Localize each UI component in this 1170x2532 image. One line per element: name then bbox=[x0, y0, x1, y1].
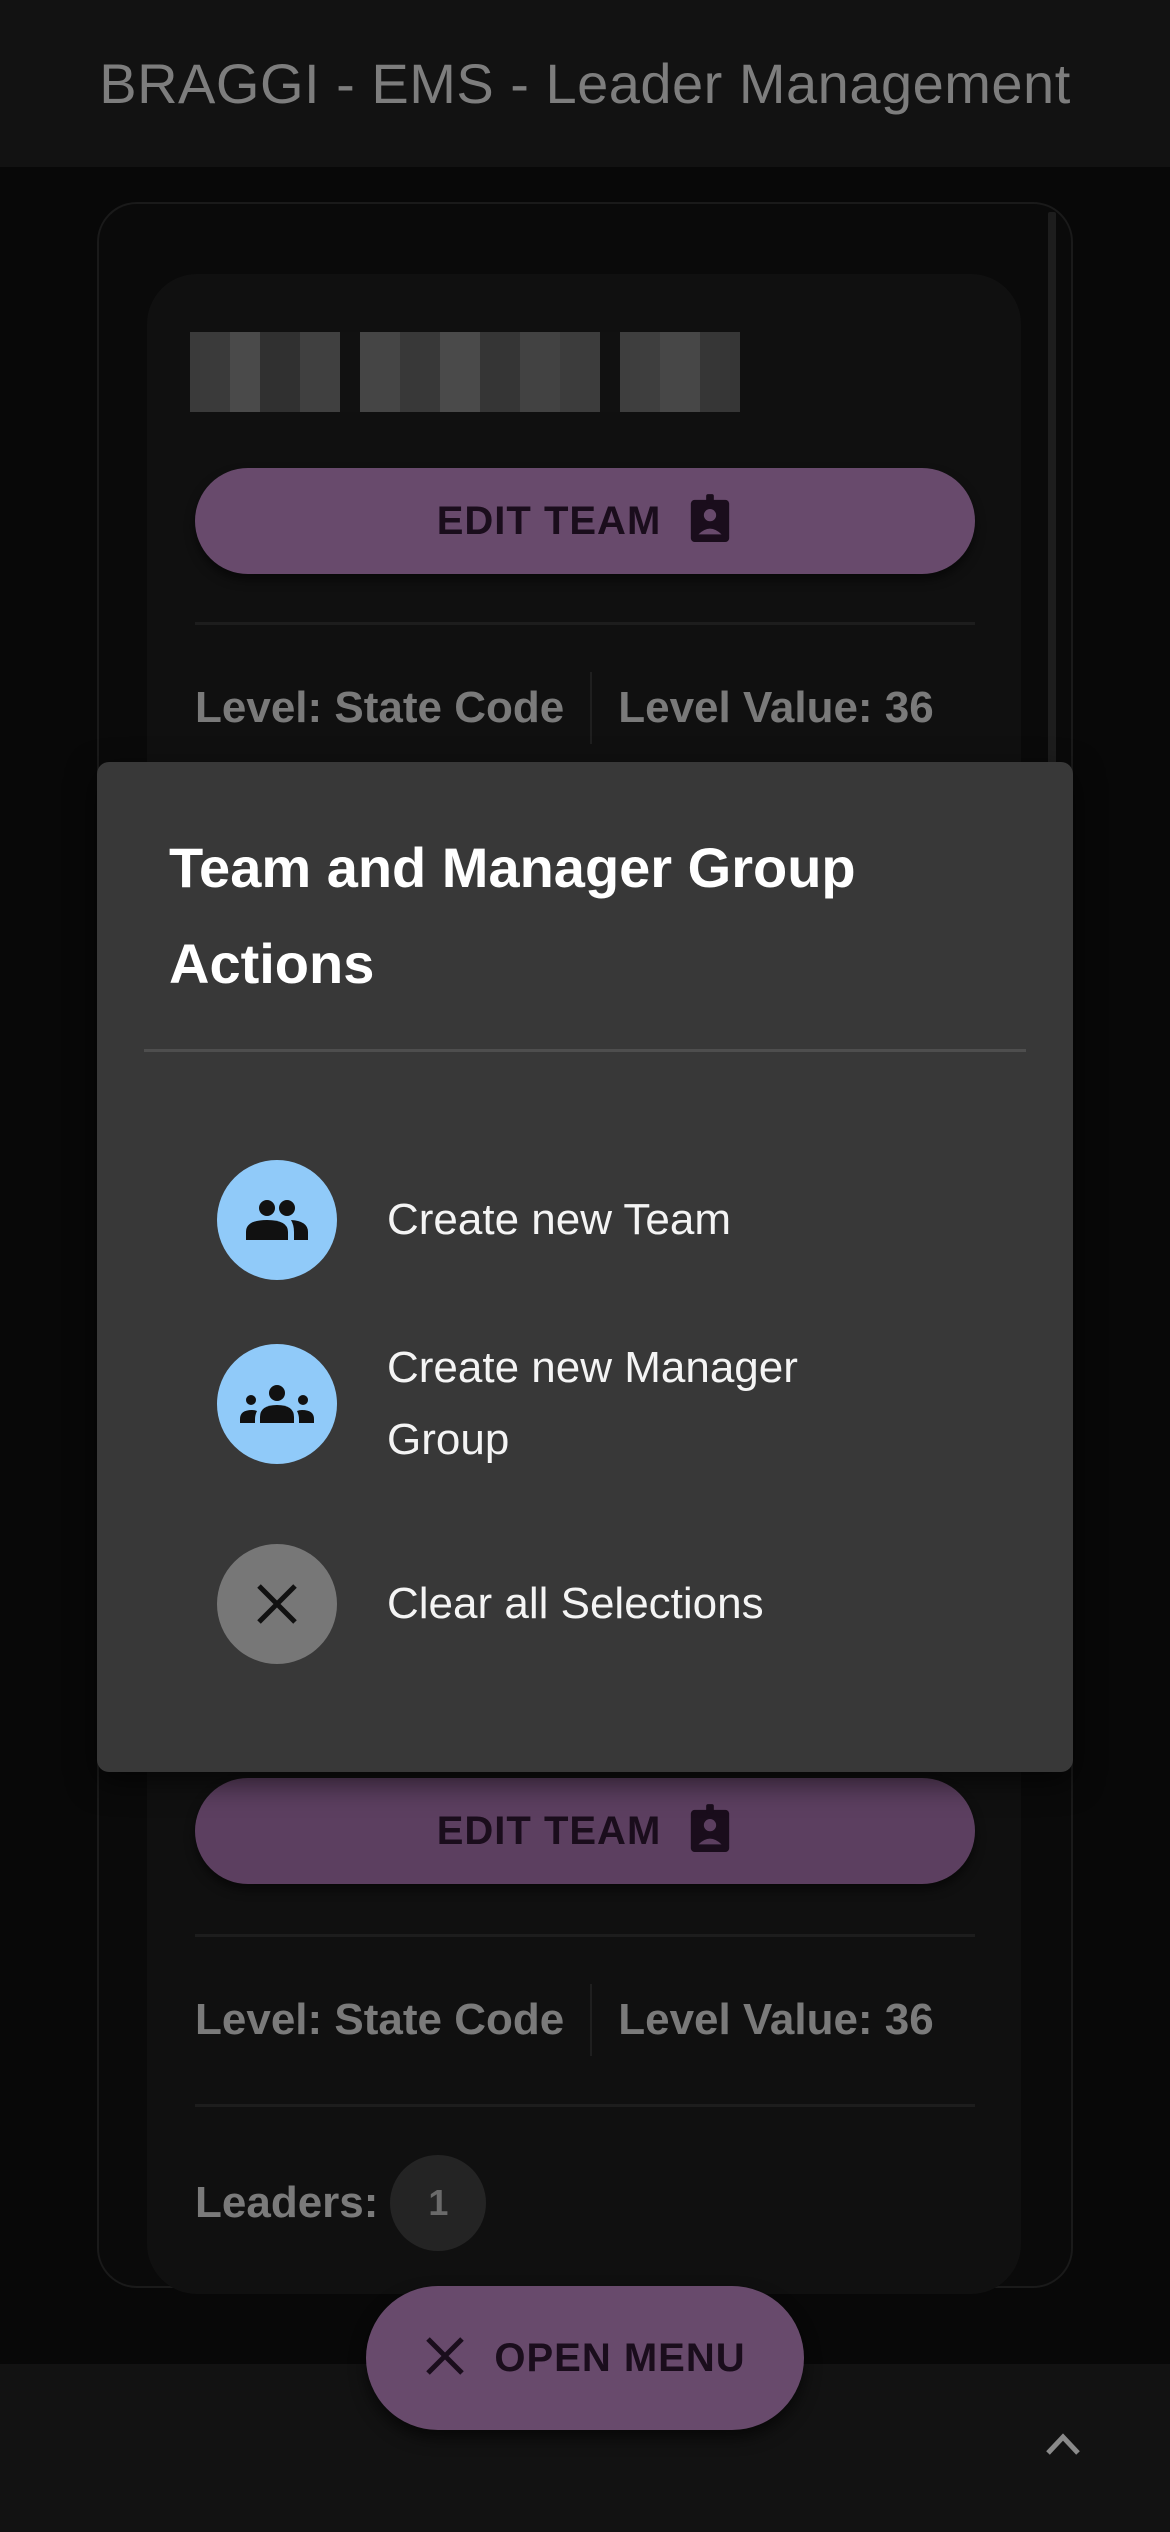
actions-dialog: Team and Manager Group Actions Create ne… bbox=[97, 762, 1073, 1772]
scroll-to-top-button[interactable] bbox=[1038, 2426, 1088, 2466]
vertical-divider bbox=[590, 672, 593, 744]
divider bbox=[195, 1934, 975, 1937]
close-icon bbox=[217, 1544, 337, 1664]
clear-selections-action[interactable]: Clear all Selections bbox=[217, 1544, 977, 1664]
leaders-count-badge[interactable]: 1 bbox=[390, 2155, 487, 2251]
close-icon bbox=[424, 2335, 466, 2382]
edit-team-button[interactable]: EDIT TEAM bbox=[195, 1778, 975, 1884]
level-label: Level: State Code bbox=[195, 683, 565, 732]
create-team-action[interactable]: Create new Team bbox=[217, 1160, 977, 1280]
level-label: Level: State Code bbox=[195, 1995, 565, 2044]
clear-selections-label: Clear all Selections bbox=[387, 1579, 764, 1628]
divider bbox=[195, 622, 975, 625]
badge-icon bbox=[687, 493, 733, 550]
divider bbox=[195, 2104, 975, 2107]
dialog-divider bbox=[144, 1049, 1026, 1052]
edit-team-label: EDIT TEAM bbox=[436, 1808, 662, 1853]
level-value: Level Value: 36 bbox=[618, 683, 934, 732]
create-manager-group-action[interactable]: Create new Manager Group bbox=[217, 1332, 977, 1476]
open-menu-button[interactable]: OPEN MENU bbox=[366, 2286, 804, 2430]
chevron-up-icon bbox=[1045, 2432, 1081, 2461]
level-value: Level Value: 36 bbox=[618, 1995, 934, 2044]
vertical-divider bbox=[590, 1984, 593, 2056]
level-row: Level: State Code Level Value: 36 bbox=[195, 668, 975, 748]
team-name-redacted bbox=[190, 332, 780, 412]
group-icon bbox=[217, 1160, 337, 1280]
leaders-row: Leaders: 1 bbox=[195, 2155, 487, 2251]
create-manager-group-label: Create new Manager Group bbox=[387, 1343, 798, 1464]
groups-icon bbox=[217, 1344, 337, 1464]
edit-team-button[interactable]: EDIT TEAM bbox=[195, 468, 975, 574]
level-row: Level: State Code Level Value: 36 bbox=[195, 1980, 975, 2060]
badge-icon bbox=[687, 1803, 733, 1860]
open-menu-label: OPEN MENU bbox=[494, 2335, 746, 2380]
dialog-title: Team and Manager Group Actions bbox=[169, 836, 856, 995]
edit-team-label: EDIT TEAM bbox=[436, 498, 662, 543]
app-title: BRAGGI - EMS - Leader Management bbox=[99, 52, 1071, 115]
leaders-label: Leaders: bbox=[195, 2178, 379, 2227]
scrollbar[interactable] bbox=[1048, 212, 1056, 772]
app-bar: BRAGGI - EMS - Leader Management bbox=[0, 0, 1170, 167]
create-team-label: Create new Team bbox=[387, 1195, 732, 1244]
